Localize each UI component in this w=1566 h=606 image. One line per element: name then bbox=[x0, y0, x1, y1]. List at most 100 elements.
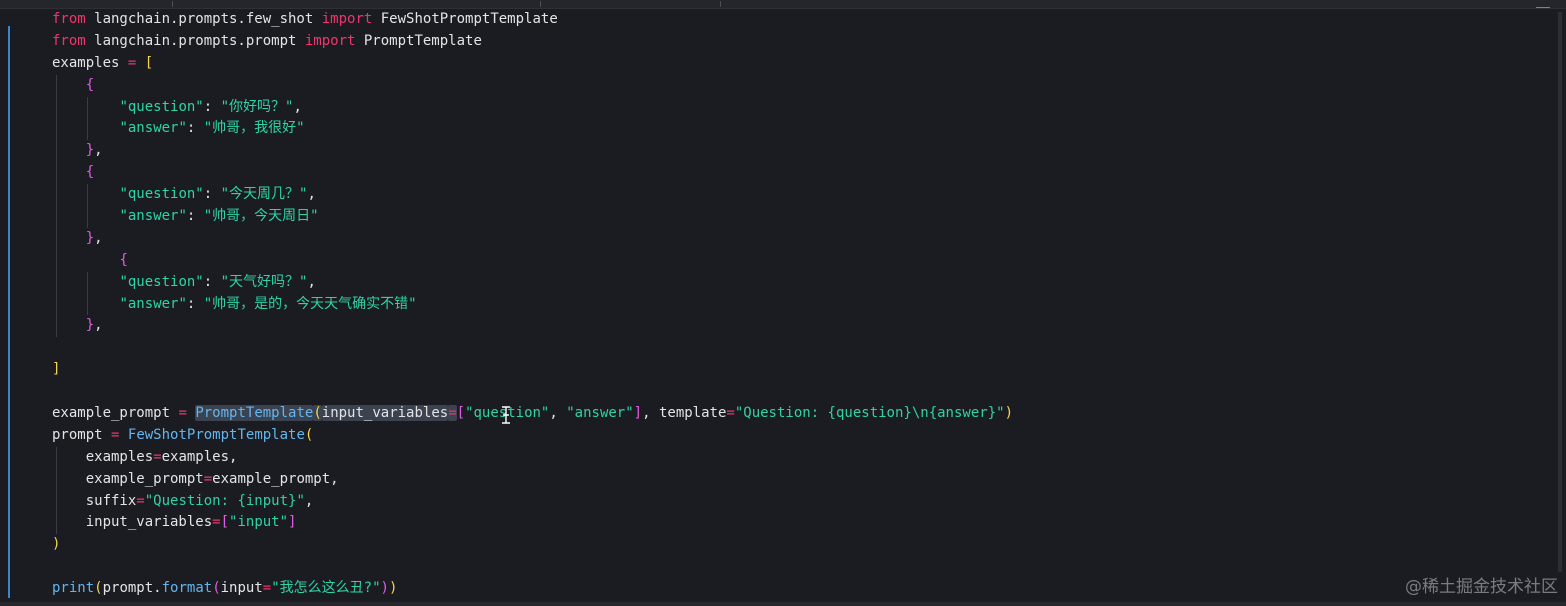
code-token: , bbox=[94, 317, 103, 334]
code-token: ] bbox=[52, 361, 61, 378]
indent-guide bbox=[56, 293, 57, 316]
code-token: from bbox=[52, 11, 86, 27]
indent-guide bbox=[87, 271, 88, 294]
code-editor[interactable]: from langchain.prompts.few_shot import F… bbox=[0, 0, 1566, 606]
code-token: "question" bbox=[119, 273, 204, 290]
indent-guide bbox=[56, 74, 57, 97]
tab-divider bbox=[720, 1, 721, 7]
indent-guide bbox=[56, 271, 57, 294]
code-line[interactable] bbox=[52, 556, 1013, 578]
code-line[interactable]: { bbox=[52, 74, 1013, 97]
code-token: example_prompt, bbox=[212, 470, 339, 487]
code-line[interactable]: examples = [ bbox=[52, 53, 1013, 75]
indent-guide bbox=[87, 118, 88, 141]
code-token: from bbox=[52, 32, 86, 49]
indent-guide bbox=[56, 184, 57, 207]
code-token: PromptTemplate bbox=[355, 32, 482, 49]
code-content[interactable]: from langchain.prompts.few_shot import F… bbox=[52, 9, 1013, 600]
code-token: langchain.prompts.few_shot bbox=[85, 11, 322, 27]
code-token: , bbox=[293, 98, 302, 115]
code-token: , bbox=[549, 405, 567, 422]
code-line[interactable]: ) bbox=[52, 534, 1013, 556]
code-token: "Question: {question}\n{answer}" bbox=[734, 405, 1005, 422]
code-token: "天气好吗？" bbox=[220, 273, 308, 290]
code-token: langchain.prompts.prompt bbox=[85, 32, 305, 49]
code-token: ( bbox=[313, 405, 322, 422]
code-token: "Question: {input}" bbox=[144, 492, 305, 509]
indent-guide bbox=[87, 206, 88, 228]
code-line[interactable]: print(prompt.format(input="我怎么这么丑?")) bbox=[52, 578, 1013, 600]
code-token: prompt bbox=[52, 426, 112, 443]
code-token: ) bbox=[388, 580, 398, 597]
code-line[interactable]: "question": "今天周几？", bbox=[52, 184, 1013, 207]
code-token: "answer" bbox=[119, 120, 187, 137]
watermark: @稀土掘金技术社区 bbox=[1405, 577, 1558, 597]
code-token: , bbox=[304, 492, 314, 509]
code-token: "question" bbox=[119, 98, 204, 115]
code-token: "帅哥，今天周日" bbox=[203, 208, 319, 225]
code-token: "我怎么这么丑?" bbox=[271, 580, 381, 597]
code-line[interactable]: prompt = FewShotPromptTemplate( bbox=[52, 425, 1013, 447]
code-line[interactable]: }, bbox=[52, 315, 1013, 338]
indent-guide bbox=[87, 96, 88, 119]
code-line[interactable]: from langchain.prompts.few_shot import F… bbox=[52, 9, 1013, 31]
code-token: ( bbox=[304, 426, 314, 443]
gutter-change-indicator bbox=[8, 26, 10, 598]
code-token: , bbox=[94, 229, 103, 246]
code-token: : bbox=[186, 295, 204, 312]
code-line[interactable] bbox=[52, 337, 1013, 359]
minimize-icon[interactable] bbox=[1536, 0, 1550, 8]
code-line[interactable]: { bbox=[52, 162, 1013, 185]
code-line[interactable]: "question": "天气好吗？", bbox=[52, 271, 1013, 294]
indent-guide bbox=[56, 118, 57, 141]
code-line[interactable]: }, bbox=[52, 140, 1013, 163]
code-token: { bbox=[85, 76, 95, 93]
indent-guide bbox=[56, 512, 57, 535]
code-token: = bbox=[726, 405, 735, 422]
indent-guide bbox=[56, 249, 57, 272]
code-line[interactable]: example_prompt=example_prompt, bbox=[52, 468, 1013, 491]
code-line[interactable]: ] bbox=[52, 359, 1013, 381]
code-line[interactable] bbox=[52, 381, 1013, 403]
code-line[interactable]: examples=examples, bbox=[52, 446, 1013, 469]
code-line[interactable]: example_prompt = PromptTemplate(input_va… bbox=[52, 403, 1013, 425]
code-token: ( bbox=[94, 580, 103, 597]
indent-guide bbox=[56, 206, 57, 228]
code-line[interactable]: { bbox=[52, 249, 1013, 272]
code-line[interactable]: "answer": "帅哥，我很好" bbox=[52, 118, 1013, 141]
indent-guide bbox=[87, 293, 88, 316]
code-token: "你好吗？" bbox=[220, 98, 294, 115]
code-token: print bbox=[52, 580, 95, 597]
code-line[interactable]: suffix="Question: {input}", bbox=[52, 490, 1013, 513]
indent-guide bbox=[56, 227, 57, 250]
code-token: = bbox=[136, 492, 145, 509]
code-line[interactable]: from langchain.prompts.prompt import Pro… bbox=[52, 31, 1013, 53]
code-token: { bbox=[85, 164, 95, 181]
indent-guide bbox=[56, 490, 57, 513]
indent-guide bbox=[56, 468, 57, 491]
indent-guide bbox=[56, 140, 57, 163]
code-line[interactable]: input_variables=["input"] bbox=[52, 512, 1013, 535]
code-token: = bbox=[178, 405, 187, 422]
tab-bar-strip bbox=[0, 0, 1566, 9]
code-line[interactable]: "answer": "帅哥，今天周日" bbox=[52, 206, 1013, 228]
code-line[interactable]: "question": "你好吗？", bbox=[52, 96, 1013, 119]
code-token: "帅哥，是的，今天天气确实不错" bbox=[203, 295, 417, 312]
code-token: "帅哥，我很好" bbox=[203, 120, 305, 137]
code-token: : bbox=[203, 273, 221, 290]
i-beam-cursor-icon bbox=[502, 406, 510, 424]
code-line[interactable]: }, bbox=[52, 227, 1013, 250]
code-token: , bbox=[307, 186, 316, 203]
vertical-scrollbar[interactable] bbox=[1558, 12, 1562, 572]
code-line[interactable]: "answer": "帅哥，是的，今天天气确实不错" bbox=[52, 293, 1013, 316]
code-token: import bbox=[304, 32, 356, 49]
